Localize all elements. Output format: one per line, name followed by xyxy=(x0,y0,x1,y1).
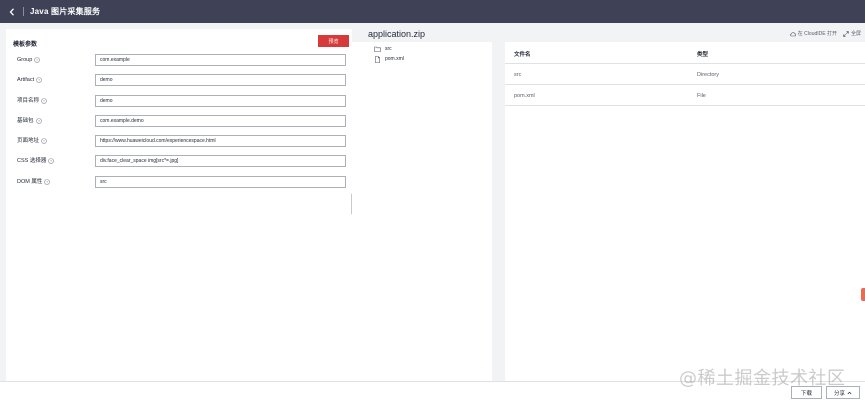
row-type: Directory xyxy=(697,72,720,78)
archive-name: application.zip xyxy=(368,29,426,39)
tree-item-src[interactable]: src xyxy=(374,45,392,53)
page-title: Java 图片采集服务 xyxy=(30,7,101,16)
column-header-filename: 文件名 xyxy=(514,52,531,58)
fullscreen-button[interactable]: 全屏 xyxy=(843,30,861,37)
chevron-left-icon[interactable] xyxy=(8,7,16,16)
help-icon[interactable]: ? xyxy=(35,118,42,124)
help-icon[interactable]: ? xyxy=(41,138,47,144)
page-url-input[interactable] xyxy=(95,135,346,147)
help-icon[interactable]: ? xyxy=(36,77,42,83)
column-header-type: 类型 xyxy=(697,52,709,58)
row-filename: pom.xml xyxy=(514,93,535,99)
group-input[interactable] xyxy=(95,54,346,66)
field-label-dom-attribute: DOM 属性 ? xyxy=(17,179,51,185)
field-label-artifact: Artifact ? xyxy=(17,77,42,83)
help-icon[interactable]: ? xyxy=(34,57,41,63)
form-row-dom-attribute: DOM 属性 ? xyxy=(6,176,352,188)
help-icon[interactable]: ? xyxy=(41,98,47,104)
help-icon[interactable]: ? xyxy=(48,158,55,164)
side-float-tab[interactable] xyxy=(861,288,865,301)
watermark: @稀土掘金技术社区 xyxy=(679,368,846,389)
artifact-input[interactable] xyxy=(95,74,346,86)
open-in-cloudide-button[interactable]: 在 CloudIDE 打开 xyxy=(789,30,837,37)
file-tree-panel: src pom.xml xyxy=(352,42,492,381)
field-label-base-package: 基础包 ? xyxy=(17,118,42,124)
field-label-group: Group ? xyxy=(17,57,41,63)
form-row-css-selector: CSS 选择器 ? xyxy=(6,155,352,167)
chevron-up-icon xyxy=(847,391,852,394)
section-title: 模板参数 xyxy=(13,42,38,48)
divider xyxy=(23,7,24,16)
css-selector-input[interactable] xyxy=(95,155,346,167)
form-row-project-name: 项目名称 ? xyxy=(6,95,352,107)
tree-item-pom[interactable]: pom.xml xyxy=(374,55,404,63)
top-bar: Java 图片采集服务 xyxy=(0,0,865,23)
file-table: 文件名 类型 src Directory pom.xml File xyxy=(505,42,865,381)
template-params-panel: 模板参数 预览 Group ? Artifact ? 项目名称 ? 基础包 ? … xyxy=(6,29,352,381)
file-icon xyxy=(375,55,380,63)
row-filename: src xyxy=(514,72,522,78)
field-label-page-url: 页面地址 ? xyxy=(17,138,47,144)
table-row[interactable]: src Directory xyxy=(505,65,865,85)
dom-attribute-input[interactable] xyxy=(95,176,346,188)
form-row-artifact: Artifact ? xyxy=(6,74,352,86)
row-type: File xyxy=(697,93,706,99)
project-name-input[interactable] xyxy=(95,95,346,107)
expand-icon xyxy=(843,30,849,37)
form-row-page-url: 页面地址 ? xyxy=(6,135,352,147)
base-package-input[interactable] xyxy=(95,115,346,127)
table-row[interactable]: pom.xml File xyxy=(505,86,865,106)
help-icon[interactable]: ? xyxy=(44,179,51,185)
preview-button[interactable]: 预览 xyxy=(318,35,349,47)
field-label-css-selector: CSS 选择器 ? xyxy=(17,158,55,164)
cloud-icon xyxy=(789,31,796,36)
field-label-project-name: 项目名称 ? xyxy=(17,98,47,104)
archive-actions: 在 CloudIDE 打开 全屏 xyxy=(789,30,861,37)
form-row-group: Group ? xyxy=(6,54,352,66)
form-row-base-package: 基础包 ? xyxy=(6,115,352,127)
table-header: 文件名 类型 xyxy=(505,42,865,64)
folder-icon xyxy=(374,46,381,52)
